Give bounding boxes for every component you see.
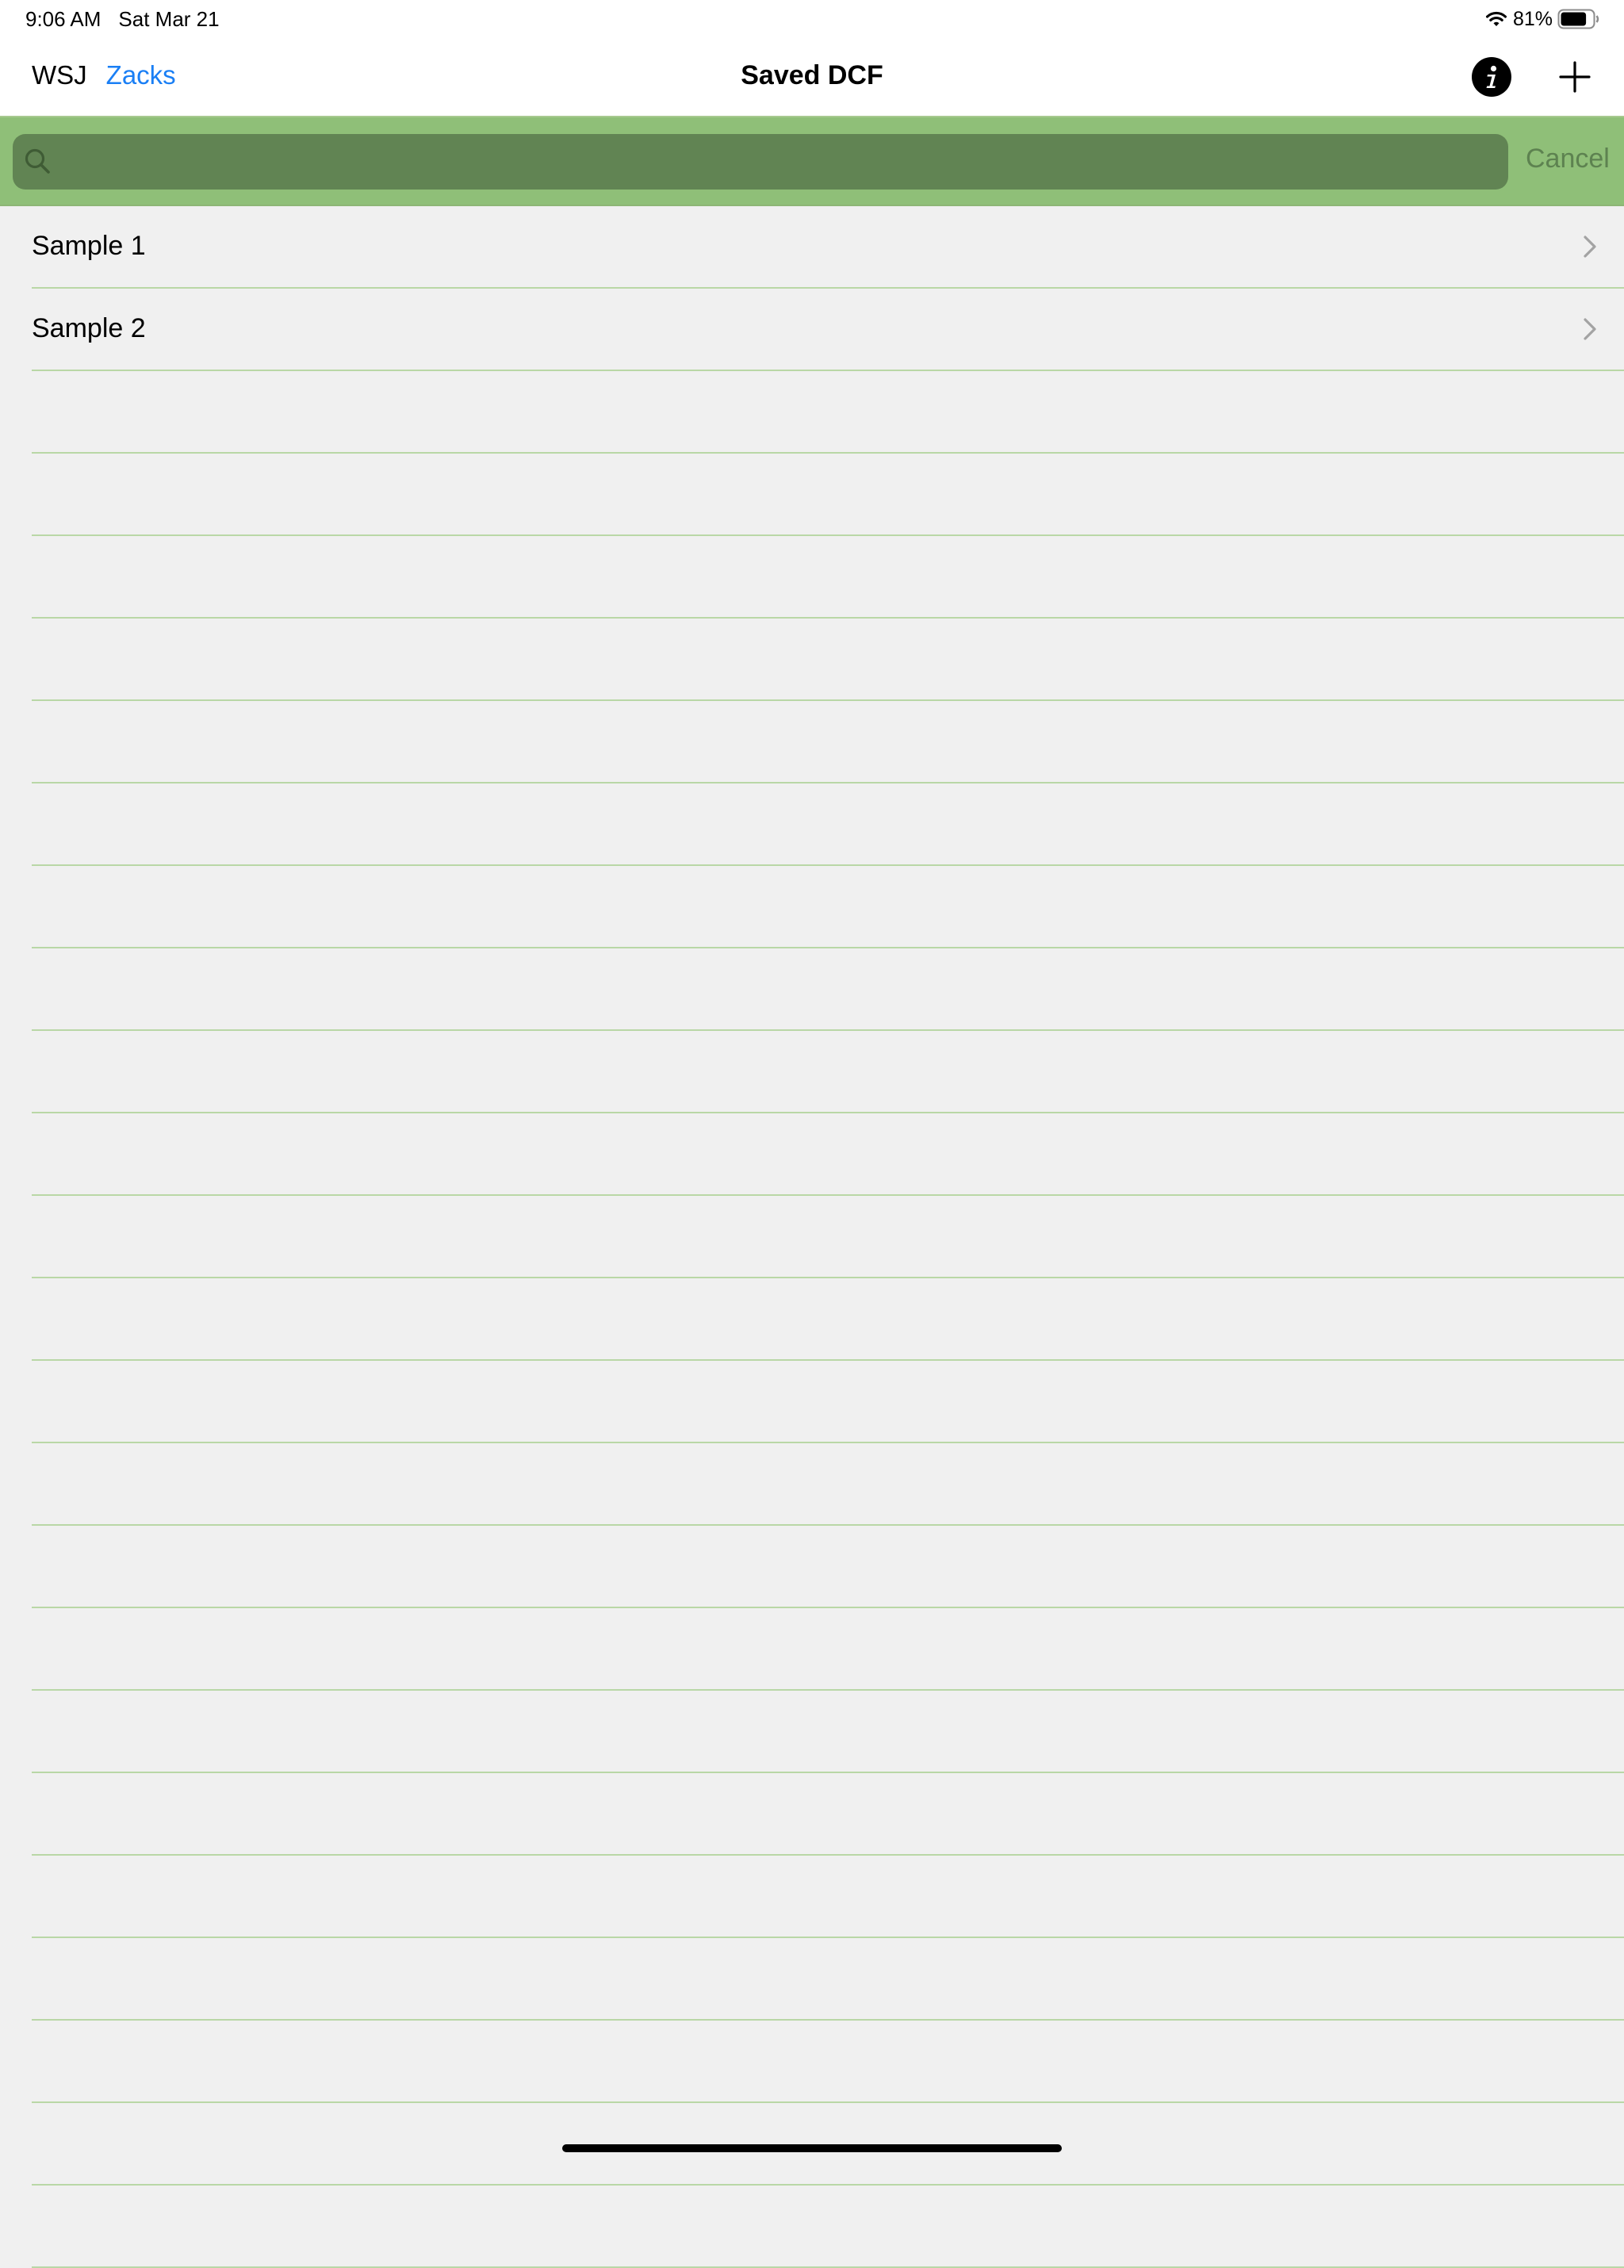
plus-icon <box>1559 61 1591 93</box>
add-button[interactable] <box>1557 56 1592 98</box>
chevron-right-icon <box>1584 318 1596 340</box>
list-item-label: Sample 2 <box>32 313 146 343</box>
empty-row <box>32 1443 1624 1526</box>
home-indicator <box>562 2144 1062 2152</box>
status-bar: 9:06 AM Sat Mar 21 81% <box>0 0 1624 38</box>
empty-row <box>32 1856 1624 1938</box>
empty-row <box>32 536 1624 619</box>
chevron-right-icon <box>1584 236 1596 258</box>
status-indicators: 81% <box>1484 5 1600 33</box>
empty-row <box>32 1361 1624 1443</box>
status-date: Sat Mar 21 <box>118 7 220 31</box>
info-icon <box>1486 65 1497 88</box>
info-button[interactable] <box>1472 57 1511 97</box>
empty-row <box>32 1526 1624 1608</box>
search-input[interactable] <box>63 134 1494 191</box>
empty-row <box>32 1278 1624 1361</box>
search-icon <box>25 148 50 174</box>
empty-row <box>32 866 1624 948</box>
status-clock: 9:06 AM <box>25 7 102 31</box>
empty-row <box>32 1608 1624 1691</box>
status-time: 9:06 AM Sat Mar 21 <box>25 6 220 32</box>
empty-row <box>32 1113 1624 1196</box>
empty-row <box>32 1031 1624 1113</box>
battery-percent: 81% <box>1512 8 1553 30</box>
list-item-label: Sample 1 <box>32 231 146 261</box>
empty-row <box>32 2021 1624 2103</box>
list-item[interactable]: Sample 1 <box>32 206 1624 289</box>
empty-row <box>32 948 1624 1031</box>
saved-dcf-list: Sample 1 Sample 2 <box>0 206 1624 2268</box>
search-bar: Cancel <box>0 117 1624 206</box>
navigation-bar: WSJ Zacks Saved DCF <box>0 38 1624 117</box>
empty-row <box>32 371 1624 454</box>
empty-row <box>32 701 1624 783</box>
search-field[interactable] <box>13 134 1508 191</box>
empty-row <box>32 1196 1624 1278</box>
empty-row <box>32 454 1624 536</box>
empty-row <box>32 1691 1624 1773</box>
empty-row <box>32 619 1624 701</box>
empty-row <box>32 783 1624 866</box>
empty-row <box>32 1773 1624 1856</box>
list-item[interactable]: Sample 2 <box>32 289 1624 371</box>
cancel-button[interactable]: Cancel <box>1526 141 1610 176</box>
empty-row <box>32 2186 1624 2268</box>
empty-row <box>32 1938 1624 2021</box>
battery-icon <box>1557 9 1599 29</box>
page-title: Saved DCF <box>741 60 883 90</box>
wifi-icon <box>1485 11 1507 26</box>
